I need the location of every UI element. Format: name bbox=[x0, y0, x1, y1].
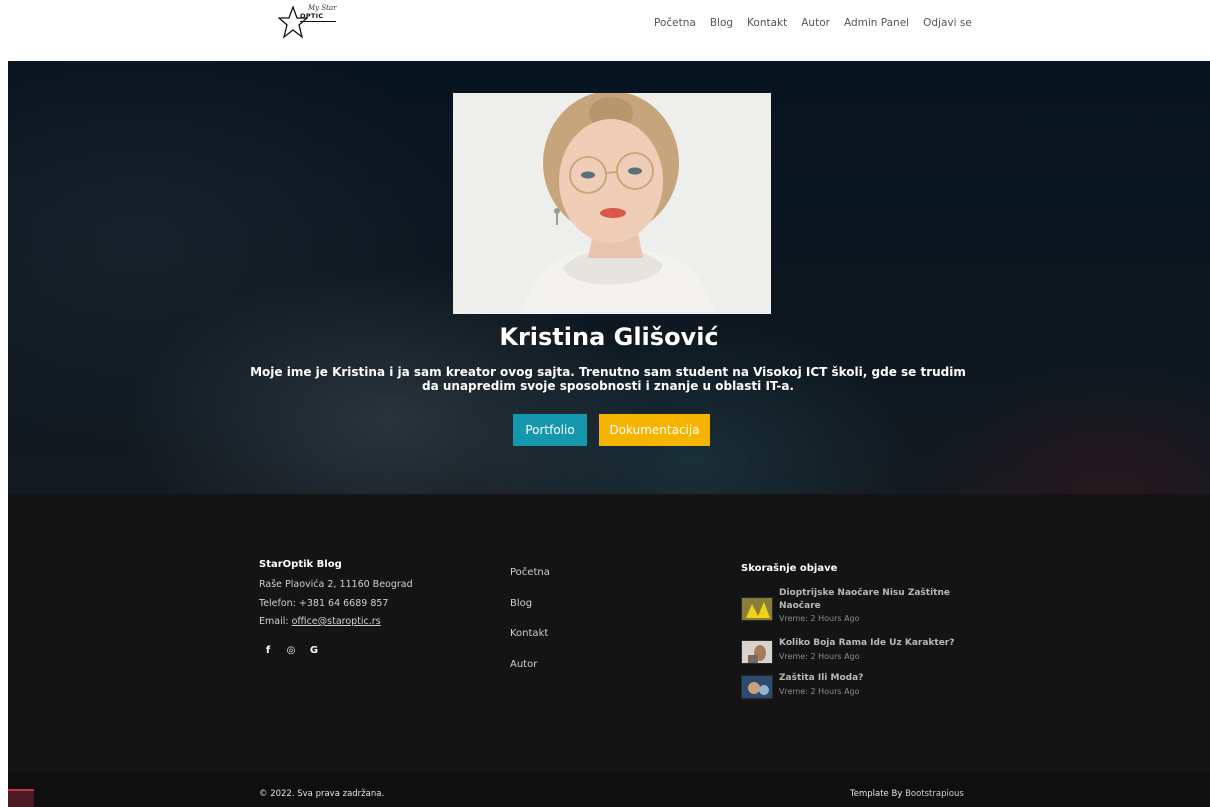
corner-widget[interactable] bbox=[8, 789, 34, 807]
post-thumbnail bbox=[741, 597, 773, 621]
navbar: My Star OPTIC Početna Blog Kontakt Autor… bbox=[0, 0, 1210, 61]
post-thumbnail-image bbox=[742, 641, 772, 663]
recent-posts-title: Skorašnje objave bbox=[741, 563, 838, 574]
social-icons: f ◎ G bbox=[263, 644, 319, 656]
facebook-icon[interactable]: f bbox=[263, 644, 273, 656]
footer-address: Raše Plaovića 2, 11160 Beograd bbox=[259, 579, 413, 590]
author-description: Moje ime je Kristina i ja sam kreator ov… bbox=[250, 365, 966, 393]
post-thumbnail-image bbox=[742, 676, 772, 698]
footer-email-label: Email: bbox=[259, 616, 292, 627]
author-portrait bbox=[453, 93, 771, 314]
post-time: Vreme: 2 Hours Ago bbox=[779, 614, 860, 623]
nav-link-pocetna[interactable]: Početna bbox=[654, 17, 696, 29]
site-logo[interactable]: My Star OPTIC bbox=[278, 4, 338, 40]
recent-post[interactable]: Koliko Boja Rama Ide Uz Karakter? Vreme:… bbox=[741, 637, 971, 667]
post-title[interactable]: Zaštita Ili Moda? bbox=[779, 672, 969, 685]
logo-underline bbox=[300, 21, 336, 22]
footer-link-pocetna[interactable]: Početna bbox=[510, 567, 550, 598]
logo-text: OPTIC bbox=[300, 12, 324, 20]
post-title[interactable]: Koliko Boja Rama Ide Uz Karakter? bbox=[779, 637, 969, 650]
post-time: Vreme: 2 Hours Ago bbox=[779, 687, 860, 696]
footer-links: Početna Blog Kontakt Autor bbox=[510, 567, 550, 689]
google-icon[interactable]: G bbox=[309, 644, 319, 656]
post-time: Vreme: 2 Hours Ago bbox=[779, 652, 860, 661]
footer-link-blog[interactable]: Blog bbox=[510, 598, 550, 629]
footer-email-link[interactable]: office@staroptic.rs bbox=[292, 616, 381, 627]
left-edge-strip bbox=[0, 61, 8, 807]
nav-link-blog[interactable]: Blog bbox=[710, 17, 733, 29]
main-nav: Početna Blog Kontakt Autor Admin Panel O… bbox=[654, 17, 972, 29]
credit-prefix: Template By bbox=[850, 789, 906, 799]
copyright-text: © 2022. Sva prava zadržana. bbox=[259, 789, 385, 799]
recent-post[interactable]: Zaštita Ili Moda? Vreme: 2 Hours Ago bbox=[741, 672, 971, 702]
nav-link-odjavi-se[interactable]: Odjavi se bbox=[923, 17, 972, 29]
post-thumbnail bbox=[741, 640, 773, 664]
nav-link-kontakt[interactable]: Kontakt bbox=[747, 17, 787, 29]
post-title[interactable]: Dioptrijske Naočare Nisu Zaštitne Naočar… bbox=[779, 587, 969, 613]
hero-section: Kristina Glišović Moje ime je Kristina i… bbox=[8, 61, 1210, 494]
bottom-bar: © 2022. Sva prava zadržana. Template By … bbox=[8, 772, 1210, 807]
footer: StarOptik Blog Raše Plaovića 2, 11160 Be… bbox=[8, 494, 1210, 772]
footer-brand: StarOptik Blog bbox=[259, 559, 342, 570]
post-thumbnail bbox=[741, 675, 773, 699]
logo-script: My Star bbox=[308, 4, 337, 12]
nav-link-admin-panel[interactable]: Admin Panel bbox=[844, 17, 909, 29]
template-credit: Template By Bootstrapious bbox=[850, 789, 964, 799]
footer-phone: Telefon: +381 64 6689 857 bbox=[259, 598, 389, 609]
recent-post[interactable]: Dioptrijske Naočare Nisu Zaštitne Naočar… bbox=[741, 587, 971, 627]
portrait-image bbox=[453, 93, 771, 314]
nav-link-autor[interactable]: Autor bbox=[801, 17, 830, 29]
post-thumbnail-image bbox=[742, 598, 772, 620]
credit-link[interactable]: Bootstrapious bbox=[905, 789, 964, 799]
portfolio-button[interactable]: Portfolio bbox=[513, 414, 587, 446]
footer-email: Email: office@staroptic.rs bbox=[259, 616, 381, 627]
author-name: Kristina Glišović bbox=[499, 323, 719, 351]
footer-link-autor[interactable]: Autor bbox=[510, 659, 550, 690]
documentation-button[interactable]: Dokumentacija bbox=[599, 414, 710, 446]
instagram-icon[interactable]: ◎ bbox=[286, 644, 296, 656]
footer-link-kontakt[interactable]: Kontakt bbox=[510, 628, 550, 659]
